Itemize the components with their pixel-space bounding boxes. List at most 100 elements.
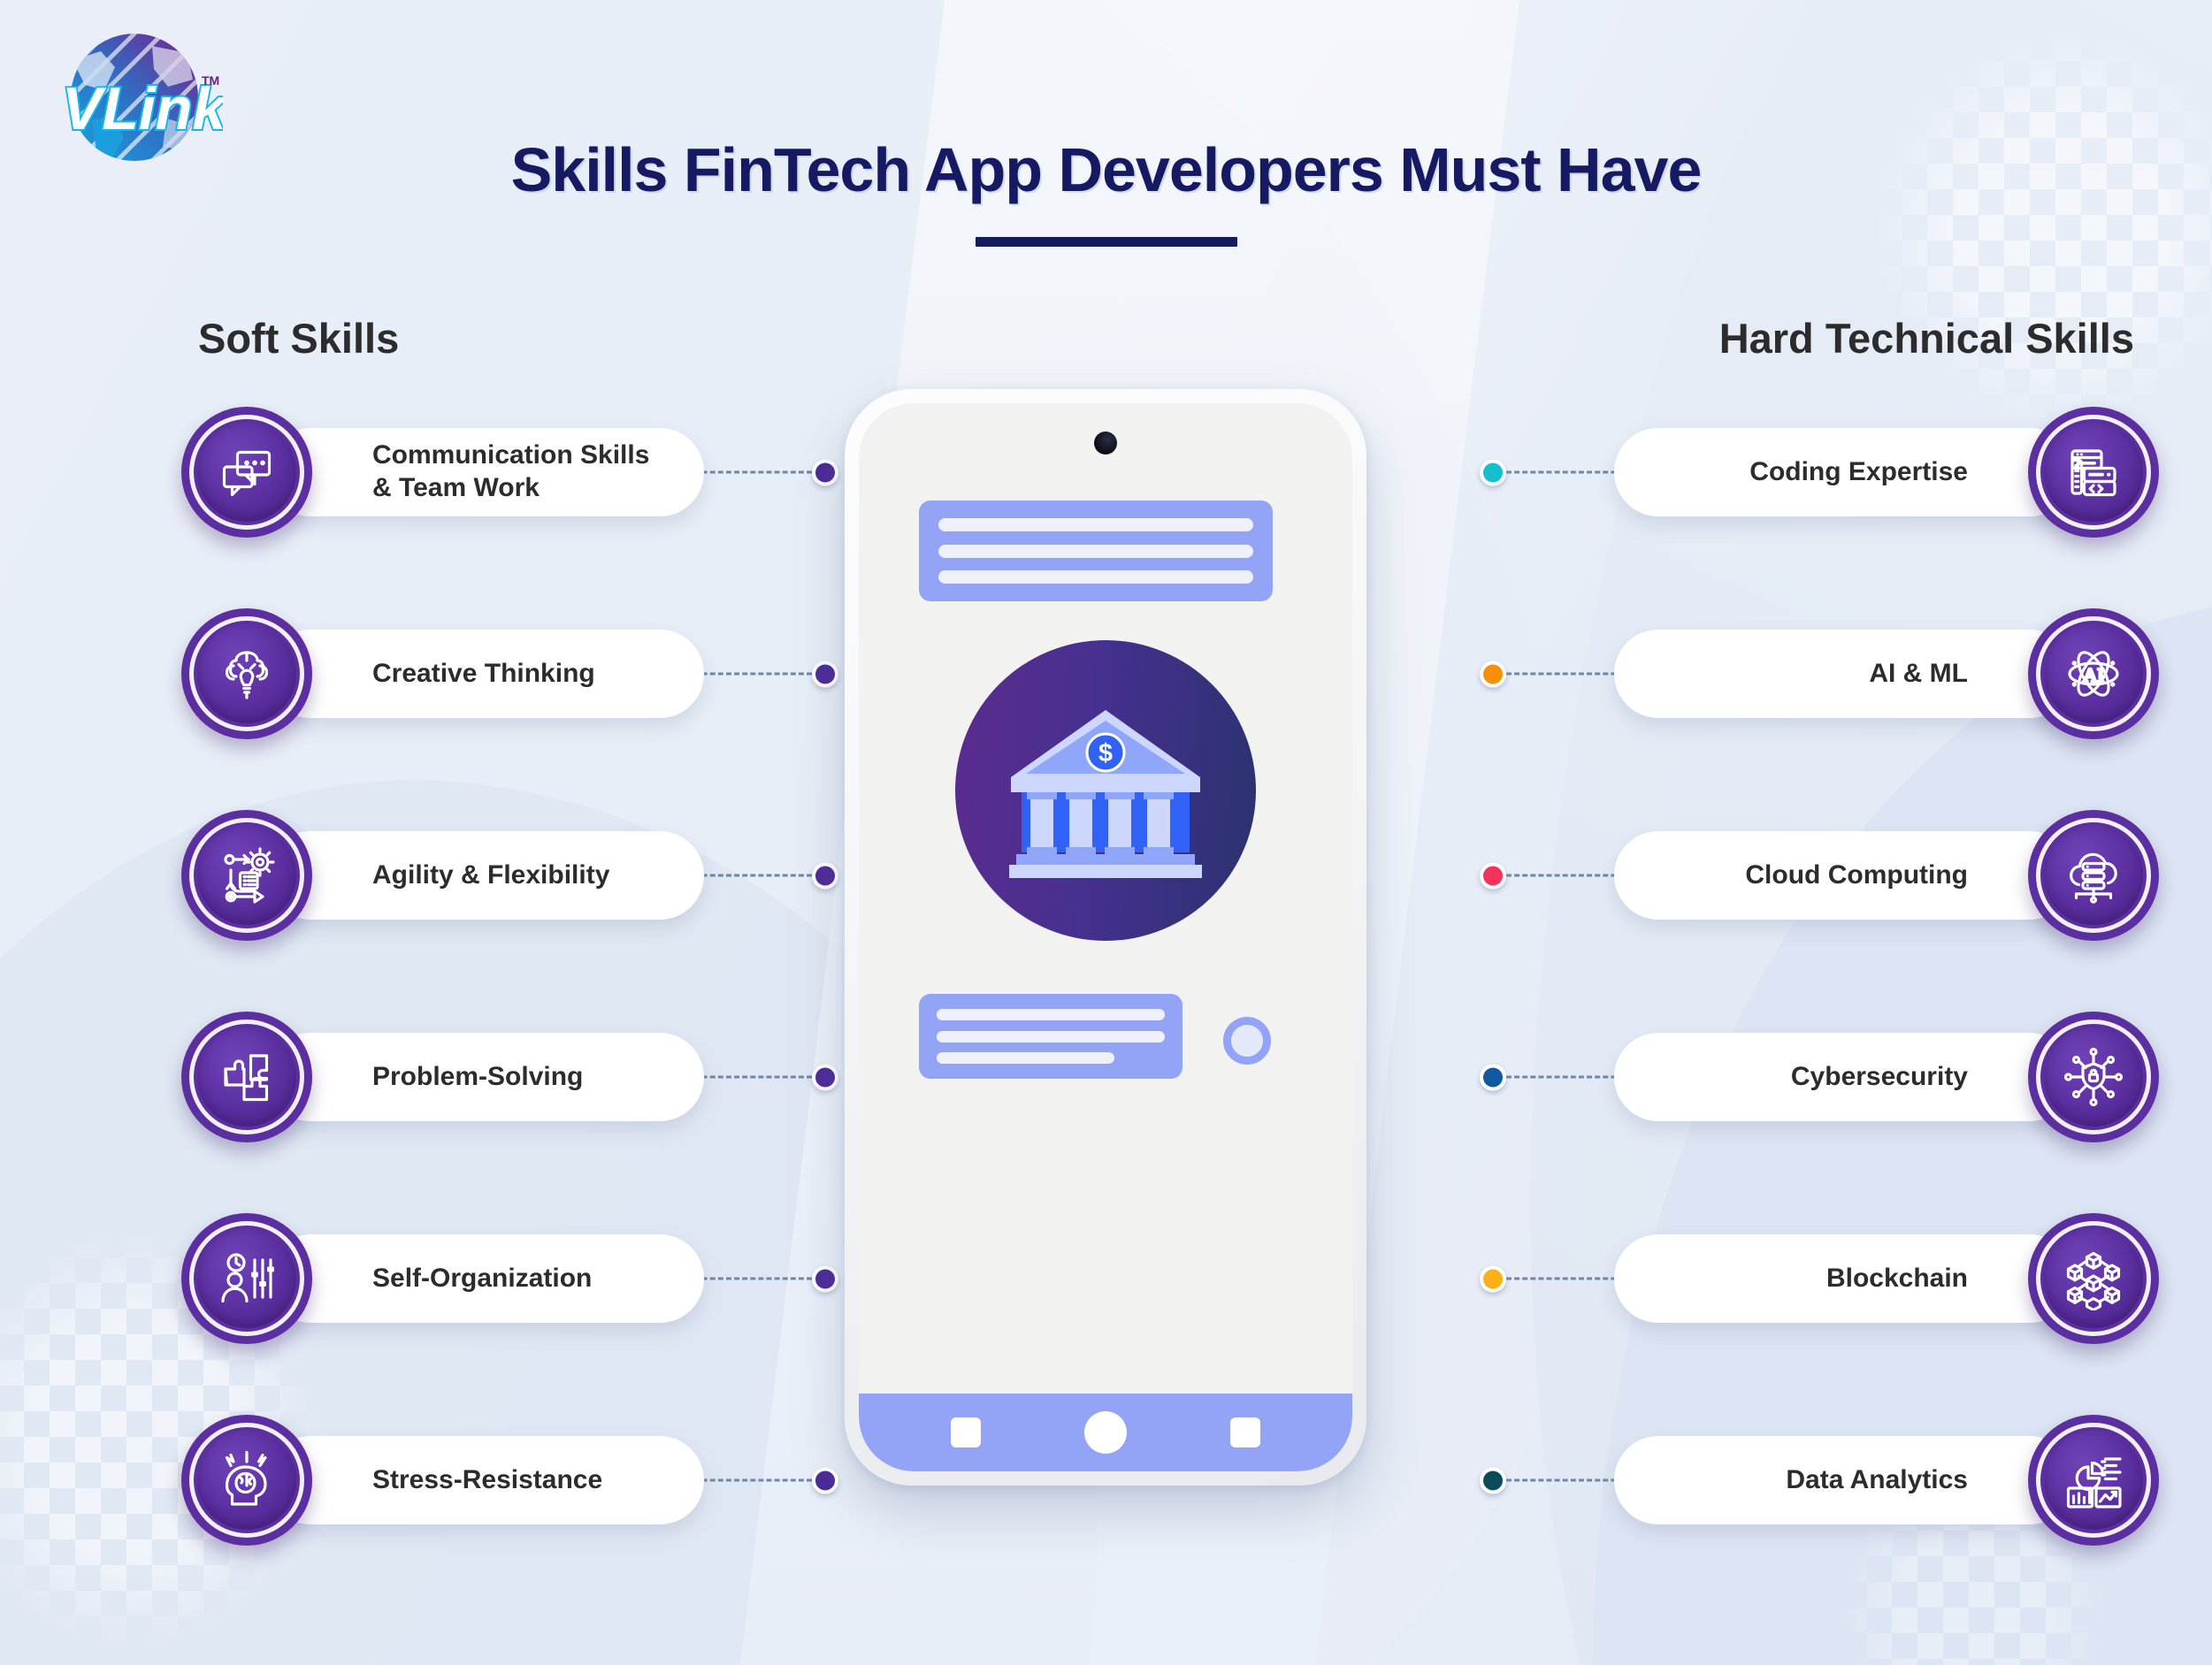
connector-dot-fill (1483, 866, 1503, 885)
trademark-symbol: TM (202, 73, 219, 88)
skill-label: Cloud Computing (1745, 859, 1968, 890)
skill-row[interactable]: AI AI & ML (1460, 608, 2159, 739)
skill-row[interactable]: Blockchain (1460, 1213, 2159, 1344)
skill-pill[interactable]: Problem-Solving (266, 1033, 704, 1121)
placeholder-line (938, 570, 1253, 584)
connector-dot (812, 1265, 838, 1292)
connector-dot-fill (815, 462, 835, 482)
phone-navbar (859, 1394, 1352, 1471)
skill-label: Cybersecurity (1790, 1061, 1968, 1091)
soft-skills-column: Communication Skills & Team Work Creative… (181, 407, 853, 1546)
header: Skills FinTech App Developers Must Have (0, 134, 2212, 247)
title-underline (975, 237, 1237, 247)
infographic-canvas: VLink VLink TM Skills FinTech App Develo… (0, 0, 2212, 1665)
connector-dot-fill (1483, 462, 1503, 482)
skill-row[interactable]: Problem-Solving (181, 1012, 853, 1142)
connector-dot-fill (815, 1470, 835, 1490)
connector-dot (812, 459, 838, 485)
agile-gear-workflow-icon (181, 810, 312, 941)
content-card-top (919, 500, 1273, 601)
connector-dot-fill (815, 664, 835, 684)
skill-row[interactable]: Creative Thinking (181, 608, 853, 739)
person-clock-sliders-icon (181, 1213, 312, 1344)
square-icon[interactable] (1229, 1417, 1260, 1447)
skill-row[interactable]: Coding Expertise (1460, 407, 2159, 538)
skill-pill[interactable]: Cloud Computing (1614, 831, 2074, 920)
code-window-icon (2028, 407, 2159, 538)
camera-dot-icon (1094, 432, 1117, 454)
connector-dot-fill (1483, 1067, 1503, 1087)
skill-label: Communication Skills & Team Work (372, 440, 650, 502)
skill-row[interactable]: Cybersecurity (1460, 1012, 2159, 1142)
skill-pill[interactable]: Coding Expertise (1614, 428, 2074, 516)
skill-label: Blockchain (1825, 1263, 1968, 1293)
connector-dot (812, 661, 838, 687)
connector-dot-fill (1483, 1470, 1503, 1490)
skill-pill[interactable]: Stress-Resistance (266, 1436, 704, 1524)
connector-dot (812, 1467, 838, 1493)
skill-pill[interactable]: AI & ML (1614, 630, 2074, 718)
svg-text:$: $ (1098, 739, 1113, 768)
shield-lock-circuit-icon (2028, 1012, 2159, 1142)
cloud-server-icon (2028, 810, 2159, 941)
skill-pill[interactable]: Cybersecurity (1614, 1033, 2074, 1121)
svg-text:AI: AI (2083, 664, 2104, 686)
skill-label: Self-Organization (372, 1263, 593, 1293)
skill-row[interactable]: Communication Skills & Team Work (181, 407, 853, 538)
soft-skills-heading: Soft Skills (198, 315, 400, 362)
connector-dot (1480, 1467, 1506, 1493)
connector-dot (1480, 661, 1506, 687)
placeholder-line (938, 544, 1253, 558)
chat-bubbles-icon (181, 407, 312, 538)
hard-technical-skills-column: Coding Expertise AI AI & ML Cloud Comput… (1460, 407, 2159, 1546)
skill-pill[interactable]: Creative Thinking (266, 630, 704, 718)
connector-dot (1480, 862, 1506, 889)
connector-dot-fill (1483, 664, 1503, 684)
connector-dot (1480, 1265, 1506, 1292)
skill-label: Stress-Resistance (372, 1464, 603, 1494)
connector-dot (1480, 459, 1506, 485)
skill-label: Problem-Solving (372, 1061, 584, 1091)
skill-row[interactable]: Agility & Flexibility (181, 810, 853, 941)
connector-dot (812, 862, 838, 889)
skill-row[interactable]: Cloud Computing (1460, 810, 2159, 941)
skill-pill[interactable]: Blockchain (1614, 1234, 2074, 1323)
skill-row[interactable]: Data Analytics (1460, 1415, 2159, 1546)
square-icon[interactable] (951, 1417, 982, 1447)
content-card-bottom (919, 994, 1183, 1079)
placeholder-line (938, 518, 1253, 531)
connector-dot-fill (815, 1067, 835, 1087)
circle-button-icon[interactable] (1223, 1017, 1271, 1065)
skill-label: Data Analytics (1786, 1464, 1968, 1494)
svg-text:VLink: VLink (62, 75, 223, 142)
placeholder-line (937, 1052, 1115, 1064)
skill-label: Agility & Flexibility (372, 859, 610, 890)
placeholder-line (937, 1009, 1165, 1020)
puzzle-pieces-icon (181, 1012, 312, 1142)
connector-dot-fill (815, 866, 835, 885)
skill-row[interactable]: Stress-Resistance (181, 1415, 853, 1546)
hard-technical-skills-heading: Hard Technical Skills (1718, 315, 2134, 362)
head-brain-lightning-icon (181, 1415, 312, 1546)
circle-icon[interactable] (1083, 1411, 1127, 1454)
charts-analytics-icon (2028, 1415, 2159, 1546)
brain-lightbulb-icon (181, 608, 312, 739)
bank-building-dollar-icon: $ (955, 640, 1256, 941)
smartphone-icon: $ (845, 389, 1366, 1486)
skill-row[interactable]: Self-Organization (181, 1213, 853, 1344)
connector-dot-fill (1483, 1269, 1503, 1288)
phone-screen: $ (859, 403, 1352, 1471)
connector-dot (812, 1064, 838, 1090)
skill-label: AI & ML (1869, 658, 1968, 688)
blockchain-cubes-icon (2028, 1213, 2159, 1344)
ai-atom-icon: AI (2028, 608, 2159, 739)
skill-pill[interactable]: Agility & Flexibility (266, 831, 704, 920)
skill-pill[interactable]: Data Analytics (1614, 1436, 2074, 1524)
connector-dot (1480, 1064, 1506, 1090)
placeholder-line (937, 1030, 1165, 1043)
connector-dot-fill (815, 1269, 835, 1288)
skill-label: Coding Expertise (1749, 456, 1968, 486)
page-title: Skills FinTech App Developers Must Have (510, 135, 1703, 204)
skill-pill[interactable]: Self-Organization (266, 1234, 704, 1323)
skill-pill[interactable]: Communication Skills & Team Work (266, 428, 704, 516)
